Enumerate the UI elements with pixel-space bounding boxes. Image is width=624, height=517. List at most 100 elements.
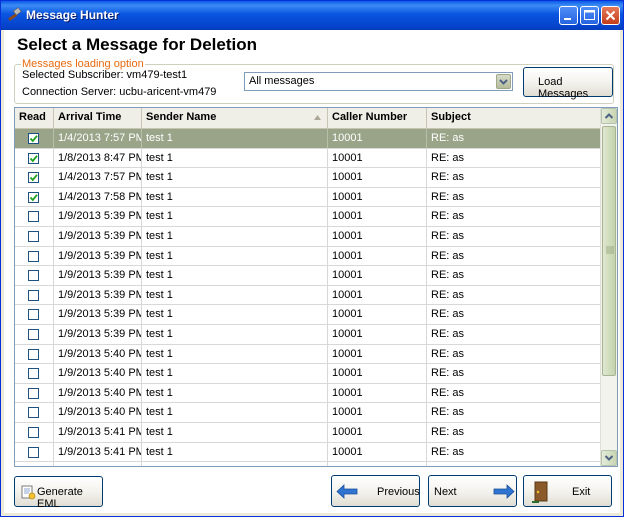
load-messages-label: Load Messages xyxy=(538,76,589,100)
chevron-up-icon xyxy=(604,113,614,119)
read-cell xyxy=(15,207,54,227)
subject-cell: RE: as xyxy=(431,288,465,301)
sender-cell: test 1 xyxy=(142,403,328,423)
exit-door-icon xyxy=(532,481,548,503)
caller-cell: 10001 xyxy=(328,207,427,227)
read-checkbox[interactable] xyxy=(28,348,39,360)
subject-cell: RE: as xyxy=(431,367,465,380)
read-checkbox[interactable] xyxy=(28,250,39,262)
column-header-sender-name[interactable]: Sender Name xyxy=(142,108,328,128)
load-messages-button[interactable]: Load Messages xyxy=(523,67,613,100)
table-row[interactable]: 1/4/2013 7:58 PM test 1 10001 RE: as xyxy=(15,187,601,208)
sender-cell: test 1 xyxy=(142,344,328,364)
page-title: Select a Message for Deletion xyxy=(17,35,257,54)
generate-eml-label: Generate EML xyxy=(37,486,83,510)
close-button[interactable] xyxy=(601,6,620,25)
next-button[interactable]: Next xyxy=(428,475,517,507)
read-checkbox[interactable] xyxy=(28,289,39,301)
read-checkbox[interactable] xyxy=(28,152,39,164)
table-row[interactable]: 1/9/2013 5:39 PM test 1 10001 RE: as xyxy=(15,226,601,247)
read-checkbox[interactable] xyxy=(28,211,39,223)
sender-cell: test 1 xyxy=(142,305,328,325)
subject-cell: RE: as xyxy=(431,386,465,399)
subject-cell: RE: as xyxy=(431,406,465,419)
title-bar[interactable]: Message Hunter xyxy=(1,1,623,30)
arrival-cell: 1/9/2013 5:40 PM xyxy=(54,403,142,423)
read-cell xyxy=(15,305,54,325)
exit-button[interactable]: Exit xyxy=(523,475,612,507)
arrival-cell: 1/9/2013 5:40 PM xyxy=(54,344,142,364)
scroll-down-button[interactable] xyxy=(601,450,617,466)
table-row[interactable]: 1/9/2013 5:41 PM test 1 10001 RE: as xyxy=(15,422,601,443)
read-checkbox[interactable] xyxy=(28,230,39,242)
caller-cell: 10001 xyxy=(328,422,427,442)
column-header-subject[interactable]: Subject xyxy=(427,108,601,128)
arrival-cell: 1/4/2013 7:58 PM xyxy=(54,187,142,207)
caller-cell: 10001 xyxy=(328,305,427,325)
table-row[interactable]: 1/9/2013 5:40 PM test 1 10001 RE: as xyxy=(15,344,601,365)
subject-cell: RE: as xyxy=(431,190,465,203)
table-row[interactable]: 1/9/2013 5:40 PM test 1 10001 RE: as xyxy=(15,364,601,384)
dropdown-button[interactable] xyxy=(496,74,511,89)
table-row[interactable]: 1/9/2013 5:57 PMtest1111111111 222222222… xyxy=(15,462,601,467)
read-cell xyxy=(15,187,54,207)
application-window: Message Hunter Select a Message for Dele… xyxy=(0,0,624,517)
caller-cell: 10001 xyxy=(328,187,427,207)
read-checkbox[interactable] xyxy=(28,466,39,467)
table-row[interactable]: 1/9/2013 5:40 PM test 1 10001 RE: as xyxy=(15,403,601,423)
table-row[interactable]: 1/8/2013 8:47 PM test 1 10001 RE: as xyxy=(15,148,601,169)
arrival-cell: 1/9/2013 5:39 PM xyxy=(54,285,142,305)
vertical-scrollbar[interactable] xyxy=(600,108,617,466)
subject-cell: RE: as xyxy=(431,308,465,321)
table-header: Read Arrival Time Sender Name Caller Num… xyxy=(15,108,601,129)
read-checkbox[interactable] xyxy=(28,426,39,438)
read-checkbox[interactable] xyxy=(28,328,39,340)
read-cell xyxy=(15,383,54,403)
minimize-button[interactable] xyxy=(559,6,578,25)
sender-cell: test 1 xyxy=(142,324,328,344)
read-checkbox[interactable] xyxy=(28,172,39,184)
arrival-cell: 1/9/2013 5:40 PM xyxy=(54,364,142,384)
table-row[interactable]: 1/9/2013 5:40 PM test 1 10001 RE: as xyxy=(15,383,601,404)
table-row[interactable]: 1/9/2013 5:39 PM test 1 10001 RE: as xyxy=(15,324,601,345)
table-row[interactable]: 1/4/2013 7:57 PM test 1 10001 RE: as xyxy=(15,168,601,188)
table-row[interactable]: 1/4/2013 7:57 PM test 1 10001 RE: as xyxy=(15,129,601,149)
maximize-button[interactable] xyxy=(580,6,599,25)
checkmark-icon xyxy=(29,135,38,143)
read-cell xyxy=(15,129,54,148)
read-checkbox[interactable] xyxy=(28,191,39,203)
scroll-up-button[interactable] xyxy=(601,108,617,124)
arrow-left-icon xyxy=(336,484,358,499)
table-row[interactable]: 1/9/2013 5:39 PM test 1 10001 RE: as xyxy=(15,266,601,286)
read-cell xyxy=(15,246,54,266)
client-area: Select a Message for Deletion Messages l… xyxy=(4,30,620,513)
arrival-cell: 1/9/2013 5:57 PM xyxy=(54,462,142,466)
read-checkbox[interactable] xyxy=(28,446,39,458)
message-filter-dropdown[interactable]: All messages xyxy=(244,72,513,91)
read-checkbox[interactable] xyxy=(28,270,39,282)
table-row[interactable]: 1/9/2013 5:39 PM test 1 10001 RE: as xyxy=(15,285,601,306)
window-title: Message Hunter xyxy=(26,8,119,22)
read-checkbox[interactable] xyxy=(28,387,39,399)
column-header-arrival-time[interactable]: Arrival Time xyxy=(54,108,142,128)
read-checkbox[interactable] xyxy=(28,309,39,321)
read-checkbox[interactable] xyxy=(28,133,39,144)
read-cell xyxy=(15,226,54,246)
subject-cell: RE: as xyxy=(431,210,465,223)
selected-subscriber-label: Selected Subscriber: vm479-test1 xyxy=(22,69,188,81)
read-checkbox[interactable] xyxy=(28,407,39,419)
read-checkbox[interactable] xyxy=(28,368,39,380)
table-row[interactable]: 1/9/2013 5:39 PM test 1 10001 RE: as xyxy=(15,246,601,267)
sender-cell: test 1 xyxy=(142,148,328,168)
table-row[interactable]: 1/9/2013 5:39 PM test 1 10001 RE: as xyxy=(15,305,601,325)
exit-label: Exit xyxy=(572,486,591,498)
scroll-thumb[interactable] xyxy=(602,126,616,376)
caller-cell: 10001 xyxy=(328,442,427,462)
previous-button[interactable]: Previous xyxy=(331,475,420,507)
column-header-caller-number[interactable]: Caller Number xyxy=(328,108,427,128)
column-header-read[interactable]: Read xyxy=(15,108,54,128)
table-row[interactable]: 1/9/2013 5:39 PM test 1 10001 RE: as xyxy=(15,207,601,227)
messages-table[interactable]: Read Arrival Time Sender Name Caller Num… xyxy=(14,107,618,467)
generate-eml-button[interactable]: Generate EML xyxy=(14,476,103,510)
table-row[interactable]: 1/9/2013 5:41 PM test 1 10001 RE: as xyxy=(15,442,601,463)
